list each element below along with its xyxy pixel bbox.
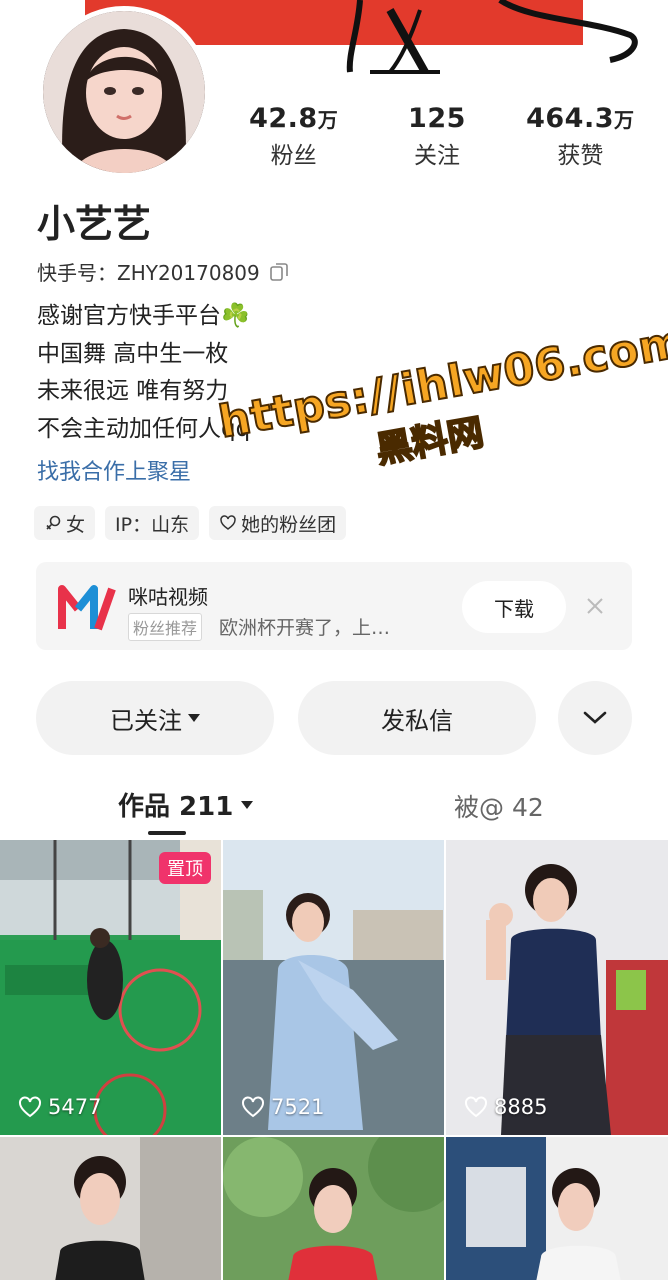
heart-icon — [19, 1096, 41, 1118]
watermark: https://ihlw06.com 黑料网 — [214, 315, 668, 526]
watermark-url: https://ihlw06.com — [214, 315, 668, 449]
video-thumbnail — [446, 1137, 668, 1280]
ad-title: 咪咕视频 — [128, 585, 208, 609]
ad-card[interactable]: 咪咕视频 粉丝推荐 欧洲杯开赛了，上… 下载 — [36, 562, 632, 650]
stat-label: 获赞 — [557, 143, 604, 169]
banner-calligraphy — [346, 0, 638, 74]
stat-followers[interactable]: 42.8万 粉丝 — [222, 103, 365, 170]
tab-mentioned[interactable]: 被@ 42 — [454, 788, 544, 824]
pinned-badge: 置顶 — [159, 852, 211, 884]
avatar-photo — [43, 11, 205, 173]
avatar-illustration — [43, 11, 205, 173]
video-thumbnail — [0, 840, 221, 1135]
tab-works[interactable]: 作品 211 — [118, 786, 254, 823]
video-tile[interactable] — [446, 1137, 668, 1280]
bio-line: 感谢官方快手平台☘️ — [37, 303, 250, 329]
tag-gender: 女 — [34, 506, 96, 540]
send-message-button[interactable]: 发私信 — [298, 681, 536, 755]
caret-down-icon — [188, 714, 200, 722]
stat-following[interactable]: 125 关注 — [365, 103, 508, 170]
video-tile[interactable]: 置顶 5477 — [0, 840, 221, 1135]
video-tile[interactable]: 8885 — [446, 840, 668, 1135]
video-thumbnail — [0, 1137, 221, 1280]
video-thumbnail — [223, 840, 444, 1135]
tag-ip: IP：山东 — [105, 506, 200, 540]
tab-active-indicator — [148, 831, 186, 835]
stat-label: 关注 — [413, 143, 460, 169]
bio-line: 不会主动加任何人qq — [37, 415, 251, 442]
avatar[interactable] — [38, 6, 210, 178]
video-thumbnail — [446, 840, 668, 1135]
video-tile[interactable] — [0, 1137, 221, 1280]
kuaishou-id-row: 快手号：ZHY20170809 — [37, 257, 290, 286]
ad-description: 欧洲杯开赛了，上… — [219, 617, 391, 639]
profile-name: 小艺艺 — [37, 202, 152, 246]
stat-value: 464.3万 — [526, 103, 635, 134]
likes-count: 7521 — [241, 1095, 324, 1119]
caret-down-icon — [241, 800, 254, 809]
video-grid: 置顶 5477 7521 8885 — [0, 840, 668, 1280]
video-thumbnail — [223, 1137, 444, 1280]
likes-count: 5477 — [18, 1095, 101, 1119]
chevron-down-icon — [583, 711, 607, 724]
profile-stats: 42.8万 粉丝 125 关注 464.3万 获赞 — [222, 103, 652, 170]
tag-fan-group[interactable]: 她的粉丝团 — [209, 506, 347, 540]
heart-outline-icon — [220, 515, 236, 530]
female-icon — [46, 515, 61, 530]
video-tile[interactable]: 7521 — [223, 840, 444, 1135]
migu-logo-icon — [58, 585, 116, 631]
watermark-sub: 黑料网 — [372, 411, 487, 472]
profile-tags: 女 IP：山东 她的粉丝团 — [34, 506, 347, 540]
bio-line: 中国舞 高中生一枚 — [37, 340, 229, 367]
likes-count: 8885 — [464, 1095, 547, 1119]
stat-label: 粉丝 — [270, 143, 317, 169]
close-icon[interactable] — [584, 595, 606, 617]
download-button[interactable]: 下载 — [462, 581, 566, 633]
profile-bio: 感谢官方快手平台☘️ 中国舞 高中生一枚 未来很远 唯有努力 不会主动加任何人q… — [37, 298, 250, 448]
stat-value: 125 — [408, 103, 466, 134]
followed-button[interactable]: 已关注 — [36, 681, 274, 755]
bio-line: 未来很远 唯有努力 — [37, 378, 229, 404]
heart-icon — [242, 1096, 264, 1118]
ad-badge: 粉丝推荐 — [128, 613, 203, 641]
heart-icon — [465, 1096, 487, 1118]
kuaishou-id-text: 快手号：ZHY20170809 — [37, 261, 260, 285]
stat-likes[interactable]: 464.3万 获赞 — [509, 103, 652, 170]
stat-value: 42.8万 — [249, 103, 339, 134]
cooperate-link[interactable]: 找我合作上聚星 — [37, 454, 191, 486]
video-tile[interactable] — [223, 1137, 444, 1280]
copy-icon[interactable] — [268, 261, 290, 283]
more-button[interactable] — [558, 681, 632, 755]
